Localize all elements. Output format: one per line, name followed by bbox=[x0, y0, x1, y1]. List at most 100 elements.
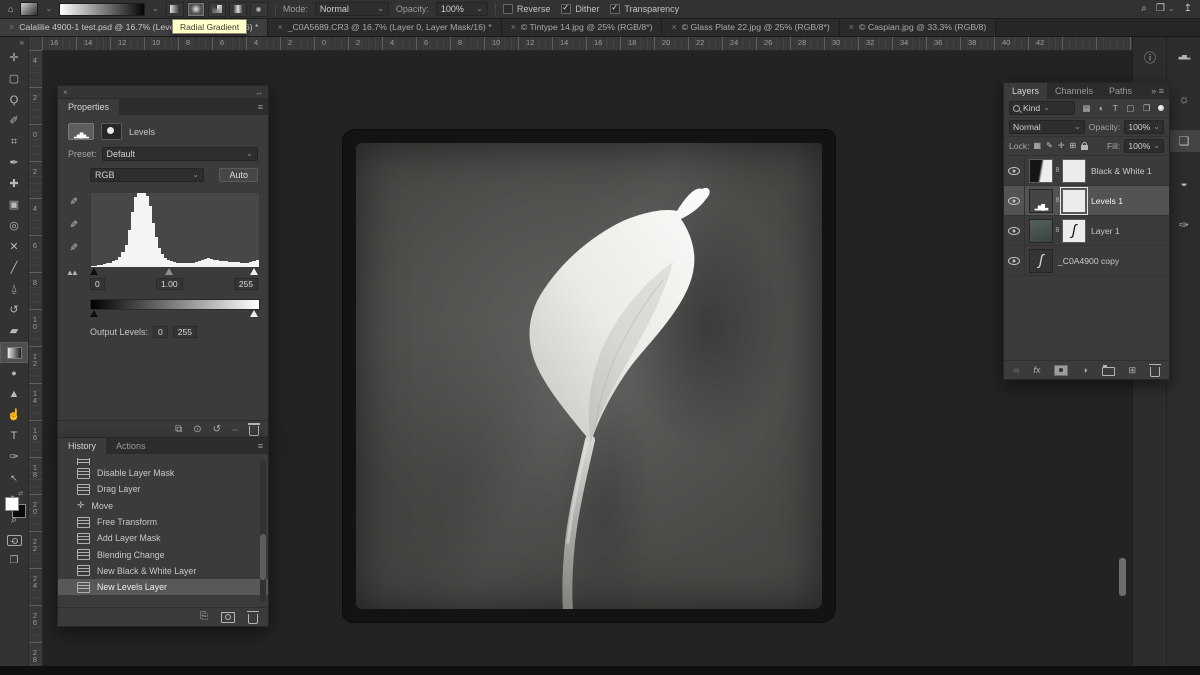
filter-shape-icon[interactable]: ▢ bbox=[1126, 104, 1134, 113]
filter-type-icon[interactable]: T bbox=[1113, 104, 1118, 113]
document-tab[interactable]: ×© Caspian.jpg @ 33.3% (RGB/8) bbox=[840, 18, 997, 36]
delete-layer-icon[interactable] bbox=[1150, 367, 1160, 377]
resize-icon[interactable]: ↔ bbox=[255, 88, 263, 97]
layer-thumbnail[interactable] bbox=[1029, 249, 1053, 273]
lock-artboard-icon[interactable]: ⊞ bbox=[1070, 142, 1077, 150]
close-icon[interactable]: × bbox=[9, 22, 14, 32]
foreground-color-swatch[interactable] bbox=[5, 497, 19, 511]
lock-position-icon[interactable]: ✛ bbox=[1058, 142, 1065, 150]
checkbox-dither[interactable]: Dither bbox=[561, 4, 599, 14]
paths-panel-icon[interactable]: ✑ bbox=[1167, 214, 1200, 236]
delete-adjustment-icon[interactable] bbox=[249, 426, 259, 436]
linear-gradient-button[interactable] bbox=[166, 2, 184, 17]
eye-icon[interactable] bbox=[1008, 227, 1020, 235]
layer-thumbnail[interactable] bbox=[1029, 189, 1053, 213]
link-layers-icon[interactable]: ∞ bbox=[1013, 366, 1019, 375]
delete-state-icon[interactable] bbox=[248, 614, 258, 624]
checkbox-box[interactable] bbox=[610, 4, 620, 14]
history-item[interactable]: New Levels Layer bbox=[58, 579, 268, 595]
layer-mask-thumbnail[interactable] bbox=[1062, 159, 1086, 183]
layer-row[interactable]: 8Layer 1 bbox=[1004, 216, 1169, 246]
info-panel-icon[interactable]: ⓘ bbox=[1133, 46, 1167, 68]
sample-gray-point-icon[interactable]: ✎ bbox=[67, 220, 77, 228]
screen-mode-icon[interactable]: ❐ bbox=[0, 556, 28, 566]
chevron-down-icon[interactable]: ⌄ bbox=[152, 5, 159, 13]
layer-visibility-cell[interactable] bbox=[1004, 216, 1025, 245]
document-tab[interactable]: ×© Glass Plate 22.jpg @ 25% (RGB/8*) bbox=[662, 18, 839, 36]
eye-icon[interactable] bbox=[1008, 197, 1020, 205]
history-item[interactable]: Free Transform bbox=[58, 514, 268, 530]
history-item[interactable] bbox=[58, 458, 268, 465]
fill-dropdown[interactable]: 100%⌄ bbox=[1124, 139, 1164, 153]
reset-icon[interactable]: ↺ bbox=[213, 425, 221, 435]
lock-transparency-icon[interactable]: ▦ bbox=[1034, 142, 1042, 150]
layer-thumbnail[interactable] bbox=[1029, 219, 1053, 243]
close-icon[interactable]: × bbox=[277, 22, 282, 32]
sharpen-tool[interactable]: ▲ bbox=[0, 384, 28, 405]
smudge-tool[interactable]: ☝ bbox=[0, 405, 28, 426]
clone-stamp-tool[interactable]: ⍙ bbox=[0, 279, 28, 300]
checkbox-box[interactable] bbox=[561, 4, 571, 14]
document-tab[interactable]: ×_C0A5689.CR3 @ 16.7% (Layer 0, Layer Ma… bbox=[268, 18, 501, 36]
panel-grip[interactable]: × ↔ bbox=[58, 86, 268, 99]
tab-layers[interactable]: Layers bbox=[1004, 83, 1047, 99]
history-item[interactable]: Blending Change bbox=[58, 546, 268, 562]
preset-dropdown[interactable]: Default⌄ bbox=[102, 147, 258, 161]
output-highlight-slider[interactable] bbox=[250, 310, 258, 317]
crop-tool[interactable]: ⌗ bbox=[0, 132, 28, 153]
close-icon[interactable]: × bbox=[671, 22, 676, 32]
close-icon[interactable]: × bbox=[63, 88, 68, 97]
reflected-gradient-button[interactable] bbox=[229, 2, 247, 17]
pen-tool[interactable]: ✑ bbox=[0, 447, 28, 468]
highlight-input-value[interactable]: 255 bbox=[234, 278, 258, 290]
quick-selection-tool[interactable]: ✐ bbox=[0, 111, 28, 132]
layer-row[interactable]: 8Black & White 1 bbox=[1004, 156, 1169, 186]
document-tab[interactable]: ×© Tintype 14.jpg @ 25% (RGB/8*) bbox=[502, 18, 663, 36]
tab-actions[interactable]: Actions bbox=[106, 438, 156, 454]
panel-menu-icon[interactable]: ≡ bbox=[258, 441, 263, 451]
layer-row[interactable]: 8Levels 1 bbox=[1004, 186, 1169, 216]
filter-kind-dropdown[interactable]: Kind ⌄ bbox=[1009, 101, 1075, 115]
lasso-tool[interactable]: Ϙ bbox=[0, 90, 28, 111]
history-item[interactable]: New Black & White Layer bbox=[58, 563, 268, 579]
calla-lily-image[interactable] bbox=[356, 143, 822, 609]
eye-icon[interactable] bbox=[1008, 257, 1020, 265]
output-shadow-slider[interactable] bbox=[90, 310, 98, 317]
marquee-tool[interactable]: ▢ bbox=[0, 69, 28, 90]
panel-menu-icon[interactable]: ≡ bbox=[258, 102, 263, 112]
mode-dropdown[interactable]: Normal⌄ bbox=[315, 2, 389, 16]
chevron-down-icon[interactable]: ⌄ bbox=[45, 5, 52, 13]
adjustments-panel-icon[interactable]: ☼ bbox=[1167, 88, 1200, 110]
clip-to-layer-icon[interactable]: ⧉ bbox=[175, 425, 182, 435]
tab-properties[interactable]: Properties bbox=[58, 99, 119, 115]
filter-toggle-icon[interactable] bbox=[1158, 105, 1164, 111]
filter-pixel-icon[interactable]: ▦ bbox=[1082, 104, 1090, 113]
slice-tool[interactable]: ✕ bbox=[0, 237, 28, 258]
close-icon[interactable]: × bbox=[511, 22, 516, 32]
diamond-gradient-button[interactable] bbox=[250, 2, 268, 17]
mixer-brush-tool[interactable]: ◎ bbox=[0, 216, 28, 237]
blend-mode-dropdown[interactable]: Normal⌄ bbox=[1009, 120, 1085, 134]
checkbox-transparency[interactable]: Transparency bbox=[610, 4, 679, 14]
close-icon[interactable]: × bbox=[849, 22, 854, 32]
history-item[interactable]: Drag Layer bbox=[58, 481, 268, 497]
share-icon[interactable]: ↥ bbox=[1184, 4, 1192, 14]
history-brush-tool[interactable]: ↺ bbox=[0, 300, 28, 321]
highlight-input-slider[interactable] bbox=[250, 268, 258, 275]
sample-white-point-icon[interactable]: ✎ bbox=[67, 243, 77, 251]
eye-icon[interactable] bbox=[1008, 167, 1020, 175]
vertical-ruler[interactable]: 420246810121416182022242628 bbox=[28, 50, 43, 666]
type-tool[interactable]: T bbox=[0, 426, 28, 447]
panel-menu-icon[interactable]: » ≡ bbox=[1151, 86, 1164, 96]
history-item[interactable]: Add Layer Mask bbox=[58, 530, 268, 546]
document-canvas[interactable] bbox=[343, 130, 835, 622]
path-selection-tool[interactable]: ↖ bbox=[0, 468, 28, 489]
layer-thumbnail[interactable] bbox=[1029, 159, 1053, 183]
midtone-input-value[interactable]: 1.00 bbox=[156, 278, 183, 290]
checkbox-reverse[interactable]: Reverse bbox=[503, 4, 551, 14]
screen-mode-icon[interactable]: ❐ bbox=[1156, 4, 1165, 14]
toolbar-expand-icon[interactable]: » bbox=[0, 36, 28, 48]
history-scrollbar-thumb[interactable] bbox=[260, 534, 266, 580]
channel-dropdown[interactable]: RGB⌄ bbox=[90, 168, 204, 182]
eyedropper-tool[interactable]: ✒ bbox=[0, 153, 28, 174]
